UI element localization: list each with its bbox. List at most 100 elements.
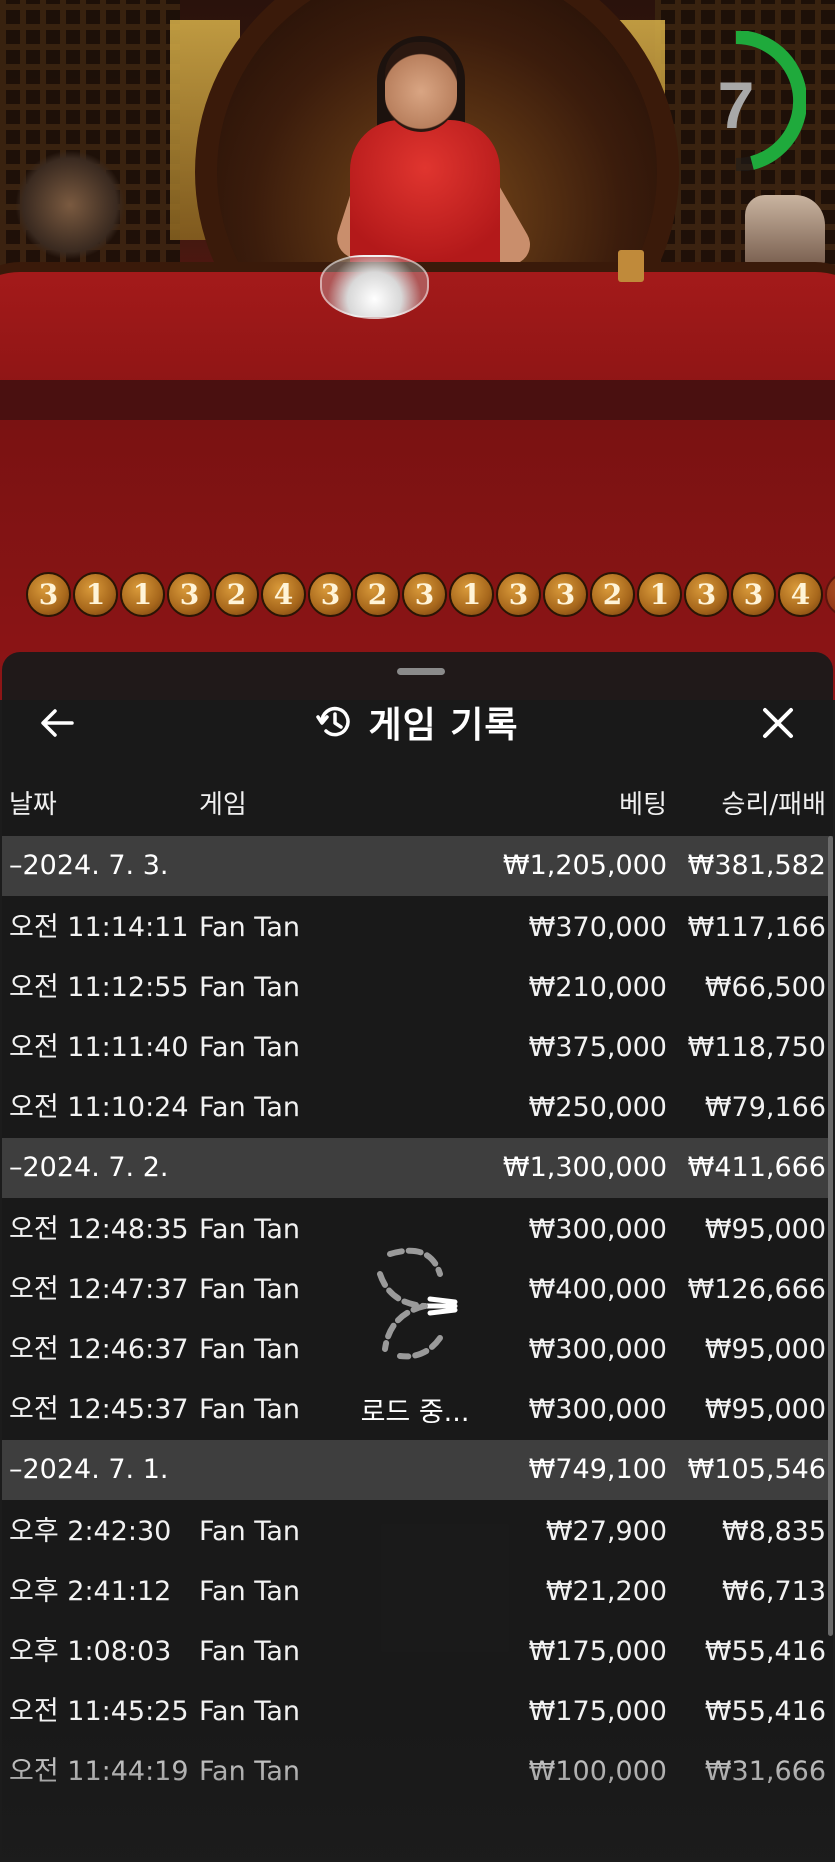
row-result: ₩55,416 — [704, 1636, 826, 1667]
group-bet-total: ₩1,300,000 — [502, 1152, 667, 1183]
bonsai-decoration — [15, 150, 125, 260]
row-bet: ₩21,200 — [545, 1576, 667, 1607]
row-result: ₩6,713 — [722, 1576, 826, 1607]
group-date: –2024. 7. 2. — [9, 1152, 169, 1183]
close-x-icon — [763, 708, 793, 738]
history-row[interactable]: 오후 2:42:30 Fan Tan ₩27,900 ₩8,835 — [2, 1502, 833, 1562]
row-bet: ₩370,000 — [528, 912, 667, 943]
row-result: ₩95,000 — [704, 1334, 826, 1365]
history-row[interactable]: 오후 2:41:12 Fan Tan ₩21,200 ₩6,713 — [2, 1562, 833, 1622]
timer-value: 7 — [717, 68, 755, 142]
history-row[interactable]: 오전 11:10:24 Fan Tan ₩250,000 ₩79,166 — [2, 1078, 833, 1138]
group-bet-total: ₩1,205,000 — [502, 850, 667, 881]
column-headers: 날짜 게임 베팅 승리/패배 — [2, 784, 833, 824]
row-result: ₩31,666 — [704, 1756, 826, 1787]
history-row[interactable]: 오전 11:44:19 Fan Tan ₩100,000 ₩31,666 — [2, 1742, 833, 1802]
row-game: Fan Tan — [199, 1636, 300, 1667]
row-time: 오후 2:42:30 — [9, 1516, 172, 1547]
row-game: Fan Tan — [199, 1576, 300, 1607]
row-time: 오전 11:45:25 — [9, 1696, 189, 1727]
history-row[interactable]: 오전 11:11:40 Fan Tan ₩375,000 ₩118,750 — [2, 1018, 833, 1078]
loading-indicator: 로드 중... — [360, 1244, 470, 1444]
row-time: 오후 2:41:12 — [9, 1576, 172, 1607]
road-ball: 2 — [590, 572, 635, 617]
row-game: Fan Tan — [199, 972, 300, 1003]
group-result-total: ₩105,546 — [687, 1454, 826, 1485]
brass-cup — [618, 250, 644, 282]
row-time: 오전 11:11:40 — [9, 1032, 189, 1063]
col-game: 게임 — [199, 790, 247, 820]
row-bet: ₩375,000 — [528, 1032, 667, 1063]
group-bet-total: ₩749,100 — [528, 1454, 667, 1485]
date-group-header[interactable]: –2024. 7. 3. ₩1,205,000 ₩381,582 — [2, 836, 833, 896]
row-game: Fan Tan — [199, 1032, 300, 1063]
group-date: –2024. 7. 3. — [9, 850, 169, 881]
panel-header: 게임 기록 — [2, 692, 833, 752]
scrollbar[interactable] — [828, 836, 833, 1636]
road-ball: 1 — [120, 572, 165, 617]
group-result-total: ₩411,666 — [687, 1152, 826, 1183]
row-result: ₩79,166 — [704, 1092, 826, 1123]
group-date: –2024. 7. 1. — [9, 1454, 169, 1485]
history-row[interactable]: 오전 11:14:11 Fan Tan ₩370,000 ₩117,166 — [2, 898, 833, 958]
row-bet: ₩27,900 — [545, 1516, 667, 1547]
panel-title: 게임 기록 — [368, 705, 519, 746]
close-button[interactable] — [753, 698, 803, 748]
row-game: Fan Tan — [199, 912, 300, 943]
row-result: ₩8,835 — [722, 1516, 826, 1547]
road-ball: 3 — [167, 572, 212, 617]
road-ball: 2 — [214, 572, 259, 617]
history-clock-icon — [316, 706, 351, 737]
row-bet: ₩300,000 — [528, 1334, 667, 1365]
col-bet: 베팅 — [619, 790, 667, 820]
row-game: Fan Tan — [199, 1696, 300, 1727]
row-bet: ₩210,000 — [528, 972, 667, 1003]
road-ball: 3 — [684, 572, 729, 617]
history-row[interactable]: 오전 11:45:25 Fan Tan ₩175,000 ₩55,416 — [2, 1682, 833, 1742]
group-result-total: ₩381,582 — [687, 850, 826, 881]
row-time: 오전 12:47:37 — [9, 1274, 189, 1305]
road-ball: 3 — [26, 572, 71, 617]
row-time: 오전 12:46:37 — [9, 1334, 189, 1365]
history-row[interactable]: 오전 11:12:55 Fan Tan ₩210,000 ₩66,500 — [2, 958, 833, 1018]
row-time: 오전 11:44:19 — [9, 1756, 189, 1787]
road-ball: 3 — [496, 572, 541, 617]
row-result: ₩66,500 — [704, 972, 826, 1003]
row-game: Fan Tan — [199, 1516, 300, 1547]
row-bet: ₩250,000 — [528, 1092, 667, 1123]
table-edge — [0, 380, 835, 420]
road-ball: 3 — [402, 572, 447, 617]
row-result: ₩55,416 — [704, 1696, 826, 1727]
history-row[interactable]: 오후 1:08:03 Fan Tan ₩175,000 ₩55,416 — [2, 1622, 833, 1682]
panel-title-wrap: 게임 기록 — [2, 692, 833, 752]
row-time: 오전 11:10:24 — [9, 1092, 189, 1123]
date-group-header[interactable]: –2024. 7. 1. ₩749,100 ₩105,546 — [2, 1440, 833, 1500]
row-time: 오후 1:08:03 — [9, 1636, 172, 1667]
dealer-face — [385, 42, 457, 132]
road-ball: 1 — [637, 572, 682, 617]
road-ball: 1 — [73, 572, 118, 617]
date-group-header[interactable]: –2024. 7. 2. ₩1,300,000 ₩411,666 — [2, 1138, 833, 1198]
drag-handle[interactable] — [397, 668, 445, 675]
row-game: Fan Tan — [199, 1274, 300, 1305]
road-ball: 3 — [543, 572, 588, 617]
bead-bowl — [320, 255, 429, 319]
row-bet: ₩300,000 — [528, 1214, 667, 1245]
countdown-timer: 7 — [706, 29, 808, 172]
col-result: 승리/패배 — [721, 790, 826, 820]
row-result: ₩95,000 — [704, 1394, 826, 1425]
row-result: ₩95,000 — [704, 1214, 826, 1245]
game-history-panel: 게임 기록 날짜 게임 베팅 승리/패배 –2024. 7. 3. ₩1,205,… — [2, 652, 833, 1862]
row-time: 오전 11:14:11 — [9, 912, 189, 943]
road-ball: 3 — [731, 572, 776, 617]
row-result: ₩117,166 — [687, 912, 826, 943]
row-game: Fan Tan — [199, 1214, 300, 1245]
row-bet: ₩300,000 — [528, 1394, 667, 1425]
results-road: 311324323133213344 — [26, 572, 835, 622]
row-time: 오전 12:45:37 — [9, 1394, 189, 1425]
loading-text: 로드 중... — [360, 1397, 470, 1428]
row-bet: ₩400,000 — [528, 1274, 667, 1305]
road-ball: 4 — [261, 572, 306, 617]
row-time: 오전 12:48:35 — [9, 1214, 189, 1245]
row-time: 오전 11:12:55 — [9, 972, 189, 1003]
